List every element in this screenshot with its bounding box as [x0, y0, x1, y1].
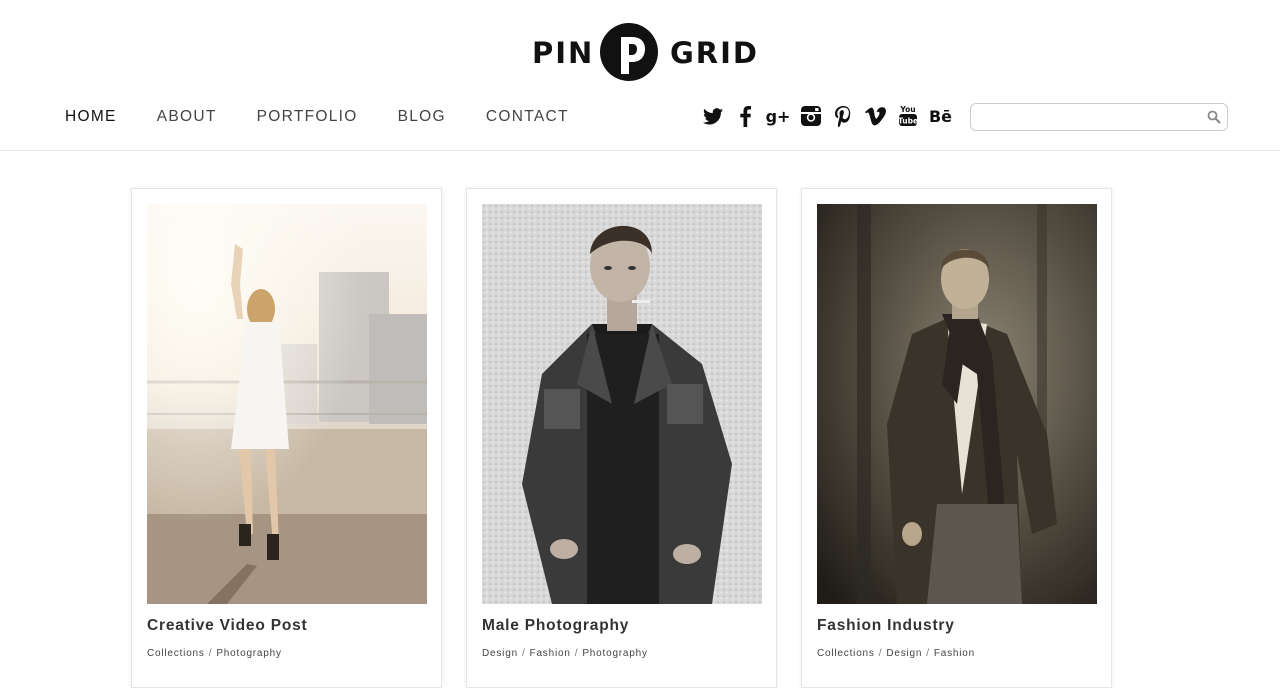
post-categories: Design / Fashion / Photography: [482, 648, 648, 659]
post-image-man-scarf[interactable]: [817, 204, 1097, 604]
search-input[interactable]: [979, 104, 1203, 132]
social-links: g+ You Tube Bē: [700, 103, 960, 129]
instagram-icon[interactable]: [798, 103, 824, 129]
nav-item-home[interactable]: HOME: [65, 107, 117, 127]
category-separator: /: [878, 648, 883, 659]
svg-text:You: You: [899, 105, 915, 114]
site-header: PIN GRID HOME ABOUT PORTFOLIO BLOG CONTA…: [0, 0, 1280, 151]
category-separator: /: [926, 648, 930, 659]
post-title[interactable]: Creative Video Post: [147, 617, 308, 635]
logo-left-word: PIN: [532, 36, 595, 70]
logo-right-word: GRID: [670, 36, 759, 70]
category-separator: /: [521, 648, 526, 659]
post-title[interactable]: Fashion Industry: [817, 617, 955, 635]
post-card[interactable]: Male Photography Design / Fashion / Photogra…: [466, 188, 777, 688]
site-logo[interactable]: PIN GRID: [532, 22, 757, 84]
facebook-icon[interactable]: [733, 103, 759, 129]
post-card[interactable]: Creative Video Post Collections / Photogra…: [131, 188, 442, 688]
post-image-woman-rooftop[interactable]: [147, 204, 427, 604]
category-separator: /: [574, 648, 579, 659]
vimeo-icon[interactable]: [863, 103, 889, 129]
category-link[interactable]: Fashion: [934, 648, 975, 659]
main-nav: HOME ABOUT PORTFOLIO BLOG CONTACT: [65, 107, 609, 127]
twitter-icon[interactable]: [700, 103, 726, 129]
nav-item-about[interactable]: ABOUT: [157, 107, 217, 127]
nav-item-blog[interactable]: BLOG: [398, 107, 446, 127]
category-link[interactable]: Design: [886, 648, 922, 659]
behance-icon[interactable]: Bē: [928, 103, 954, 129]
post-categories: Collections / Design / Fashion: [817, 648, 975, 659]
search-icon[interactable]: [1207, 110, 1221, 129]
search-box: [970, 103, 1228, 132]
posts-grid: Creative Video Post Collections / Photogra…: [131, 188, 1136, 688]
post-card[interactable]: Fashion Industry Collections / Design / Fash…: [801, 188, 1112, 688]
nav-item-portfolio[interactable]: PORTFOLIO: [257, 107, 358, 127]
category-link[interactable]: Collections: [147, 648, 205, 659]
category-link[interactable]: Collections: [817, 648, 875, 659]
youtube-icon[interactable]: You Tube: [895, 103, 921, 129]
post-categories: Collections / Photography: [147, 648, 282, 659]
category-link[interactable]: Fashion: [530, 648, 571, 659]
svg-text:Tube: Tube: [899, 117, 917, 126]
nav-item-contact[interactable]: CONTACT: [486, 107, 569, 127]
google-plus-icon[interactable]: g+: [765, 103, 791, 129]
pinterest-icon[interactable]: [830, 103, 856, 129]
post-image-man-jacket[interactable]: [482, 204, 762, 604]
category-link[interactable]: Design: [482, 648, 518, 659]
category-link[interactable]: Photography: [216, 648, 282, 659]
category-link[interactable]: Photography: [582, 648, 648, 659]
post-title[interactable]: Male Photography: [482, 617, 629, 635]
logo-p-mark-icon: [600, 23, 658, 81]
category-separator: /: [208, 648, 213, 659]
